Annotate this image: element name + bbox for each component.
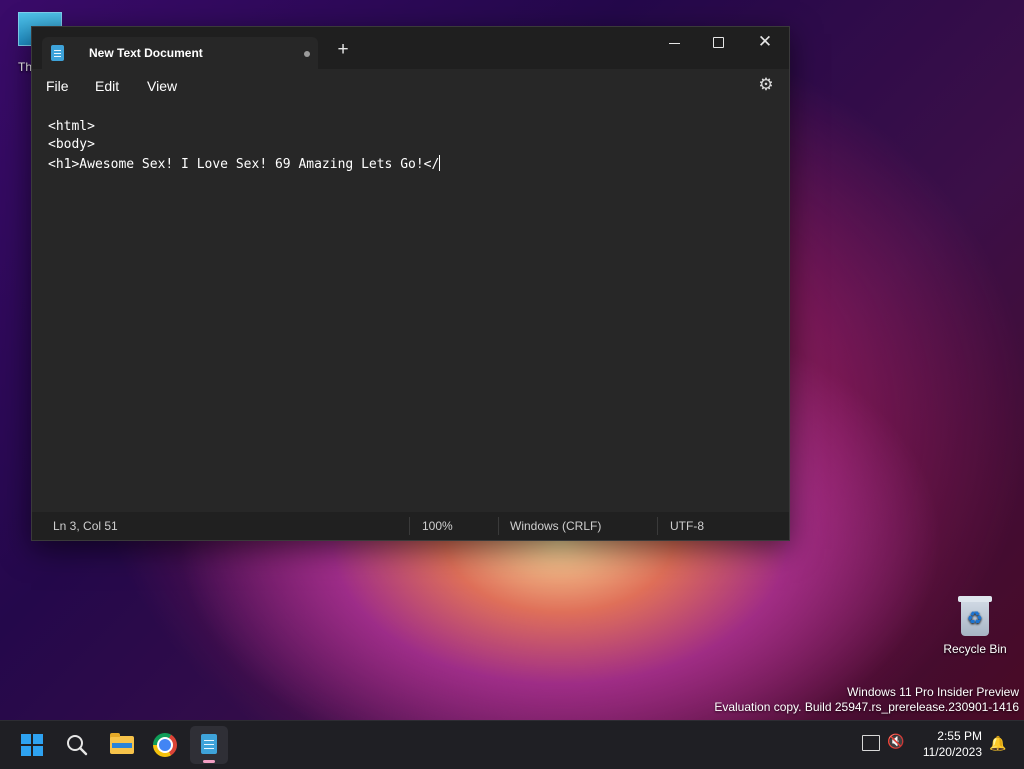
status-encoding[interactable]: UTF-8 xyxy=(670,519,704,533)
recycle-bin-label: Recycle Bin xyxy=(943,642,1007,656)
notepad-icon xyxy=(51,45,64,61)
menu-file[interactable]: File xyxy=(46,78,69,94)
minimize-button[interactable] xyxy=(660,31,690,53)
maximize-button[interactable] xyxy=(704,31,734,53)
file-explorer-button[interactable] xyxy=(102,726,140,764)
menu-view[interactable]: View xyxy=(147,78,177,94)
title-bar[interactable]: New Text Document + ✕ xyxy=(32,27,789,69)
folder-icon xyxy=(110,733,134,754)
close-icon: ✕ xyxy=(757,32,773,51)
recycle-bin-icon: ♻ xyxy=(958,596,992,636)
recycle-bin[interactable]: ♻ Recycle Bin xyxy=(938,596,1012,656)
clock-date: 11/20/2023 xyxy=(922,745,982,759)
unsaved-dot-icon[interactable] xyxy=(304,51,310,57)
windows-logo-icon xyxy=(21,734,43,756)
notepad-taskbar-button[interactable] xyxy=(190,726,228,764)
status-zoom[interactable]: 100% xyxy=(422,519,453,533)
search-button[interactable] xyxy=(58,726,96,764)
clock-time: 2:55 PM xyxy=(937,729,982,743)
notepad-window: New Text Document + ✕ File Edit View ⚙ <… xyxy=(31,26,790,541)
menu-bar: File Edit View ⚙ xyxy=(32,69,789,101)
chrome-button[interactable] xyxy=(146,726,184,764)
notepad-taskbar-icon xyxy=(201,734,217,754)
chrome-icon xyxy=(153,733,177,757)
maximize-icon xyxy=(713,37,724,48)
search-icon xyxy=(67,735,88,756)
watermark-build: Evaluation copy. Build 25947.rs_prerelea… xyxy=(714,700,1019,714)
editor-line: <h1>Awesome Sex! I Love Sex! 69 Amazing … xyxy=(48,155,441,172)
close-button[interactable]: ✕ xyxy=(750,31,780,53)
notification-bell-icon[interactable]: 🔔 xyxy=(989,735,1006,752)
status-cursor-position: Ln 3, Col 51 xyxy=(53,519,118,533)
active-app-indicator xyxy=(203,760,215,763)
windows-watermark: Windows 11 Pro Insider Preview Evaluatio… xyxy=(714,685,1019,715)
watermark-edition: Windows 11 Pro Insider Preview xyxy=(847,685,1019,699)
editor-line: <body> xyxy=(48,137,95,152)
editor-line: <html> xyxy=(48,119,95,134)
volume-muted-icon[interactable]: 🔇 xyxy=(887,733,904,750)
settings-gear-icon[interactable]: ⚙ xyxy=(757,76,775,94)
minimize-icon xyxy=(669,43,680,44)
system-clock[interactable]: 2:55 PM 11/20/2023 xyxy=(910,728,982,760)
start-button[interactable] xyxy=(13,726,51,764)
text-editor[interactable]: <html> <body> <h1>Awesome Sex! I Love Se… xyxy=(32,101,789,506)
tab-title: New Text Document xyxy=(89,46,203,60)
new-tab-button[interactable]: + xyxy=(334,40,352,59)
network-icon[interactable] xyxy=(862,735,880,751)
text-caret xyxy=(439,155,441,171)
status-line-endings[interactable]: Windows (CRLF) xyxy=(510,519,601,533)
menu-edit[interactable]: Edit xyxy=(95,78,119,94)
status-bar: Ln 3, Col 51 100% Windows (CRLF) UTF-8 xyxy=(32,512,789,540)
document-tab[interactable]: New Text Document xyxy=(42,37,318,69)
